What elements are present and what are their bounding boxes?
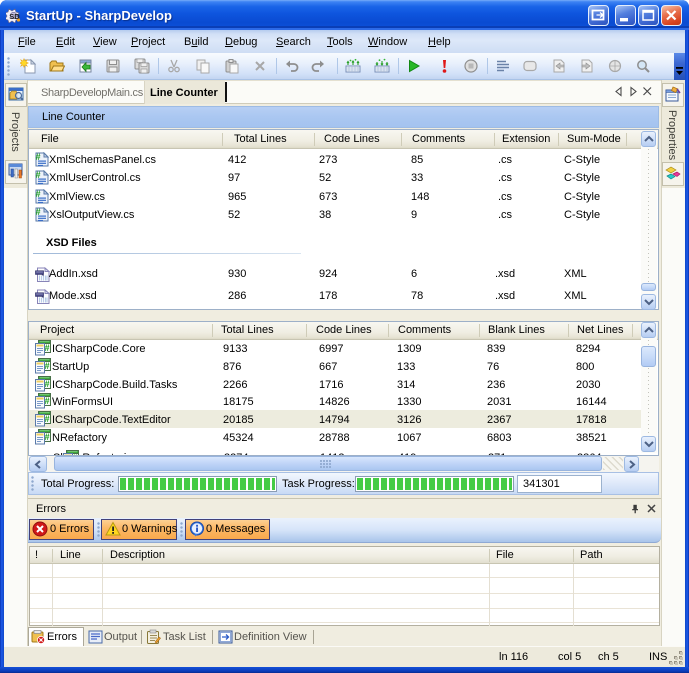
svg-text:#: #	[45, 343, 50, 353]
svg-text:#: #	[45, 432, 50, 442]
svg-text:#: #	[45, 361, 50, 371]
svg-text:#: #	[45, 414, 50, 424]
svg-text:#: #	[45, 379, 50, 389]
svg-text:#: #	[45, 396, 50, 406]
svg-text:SD: SD	[9, 12, 20, 21]
